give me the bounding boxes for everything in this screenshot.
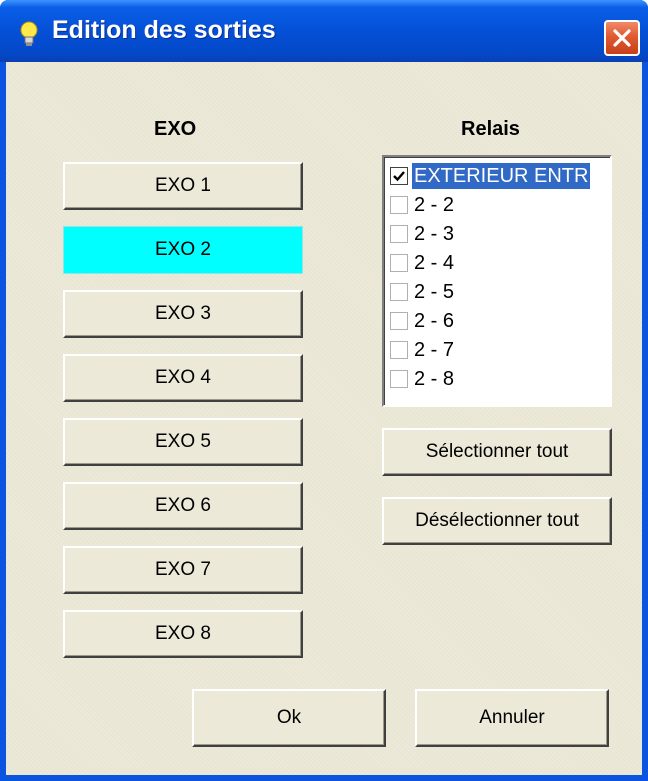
exo-8-button[interactable]: EXO 8 <box>63 610 303 658</box>
relais-item-label: EXTERIEUR ENTR <box>412 162 591 189</box>
relais-item[interactable]: 2 - 3 <box>390 219 610 248</box>
exo-1-button[interactable]: EXO 1 <box>63 162 303 210</box>
checkbox[interactable] <box>390 311 408 330</box>
exo-4-button[interactable]: EXO 4 <box>63 354 303 402</box>
select-all-button[interactable]: Sélectionner tout <box>382 428 612 476</box>
dialog-window: Edition des sorties EXO Relais EXO 1 EXO… <box>0 0 648 781</box>
lightbulb-icon <box>20 21 38 46</box>
close-icon <box>613 29 631 47</box>
window-title: Edition des sorties <box>52 16 276 44</box>
deselect-all-button[interactable]: Désélectionner tout <box>382 497 612 545</box>
title-bar[interactable]: Edition des sorties <box>0 0 648 62</box>
exo-column-title: EXO <box>154 118 197 140</box>
relais-item-label: 2 - 6 <box>414 309 455 332</box>
relais-item-label: 2 - 8 <box>414 367 455 390</box>
relais-item[interactable]: EXTERIEUR ENTR <box>390 161 610 190</box>
exo-3-button[interactable]: EXO 3 <box>63 290 303 338</box>
relais-item-label: 2 - 4 <box>414 251 455 274</box>
exo-2-button[interactable]: EXO 2 <box>63 226 303 274</box>
relais-column-title: Relais <box>461 118 520 140</box>
checkbox-checked[interactable] <box>390 166 408 185</box>
relais-item-label: 2 - 3 <box>414 222 455 245</box>
exo-7-button[interactable]: EXO 7 <box>63 546 303 594</box>
relais-item-label: 2 - 7 <box>414 338 455 361</box>
relais-item[interactable]: 2 - 7 <box>390 335 610 364</box>
relais-checklist[interactable]: EXTERIEUR ENTR 2 - 2 2 - 3 2 - 4 2 - 5 2… <box>382 155 612 407</box>
relais-item-label: 2 - 2 <box>414 193 455 216</box>
checkbox[interactable] <box>390 369 408 388</box>
checkbox[interactable] <box>390 282 408 301</box>
checkbox[interactable] <box>390 340 408 359</box>
cancel-button[interactable]: Annuler <box>415 689 609 747</box>
checkmark-icon <box>393 170 405 181</box>
ok-button[interactable]: Ok <box>192 689 386 747</box>
exo-6-button[interactable]: EXO 6 <box>63 482 303 530</box>
dialog-body: EXO Relais EXO 1 EXO 2 EXO 3 EXO 4 EXO 5… <box>6 62 642 775</box>
checkbox[interactable] <box>390 224 408 243</box>
checkbox[interactable] <box>390 253 408 272</box>
relais-item[interactable]: 2 - 6 <box>390 306 610 335</box>
relais-item[interactable]: 2 - 5 <box>390 277 610 306</box>
close-button[interactable] <box>604 20 640 56</box>
relais-item-label: 2 - 5 <box>414 280 455 303</box>
relais-item[interactable]: 2 - 4 <box>390 248 610 277</box>
checkbox[interactable] <box>390 195 408 214</box>
exo-5-button[interactable]: EXO 5 <box>63 418 303 466</box>
relais-item[interactable]: 2 - 2 <box>390 190 610 219</box>
relais-item[interactable]: 2 - 8 <box>390 364 610 393</box>
